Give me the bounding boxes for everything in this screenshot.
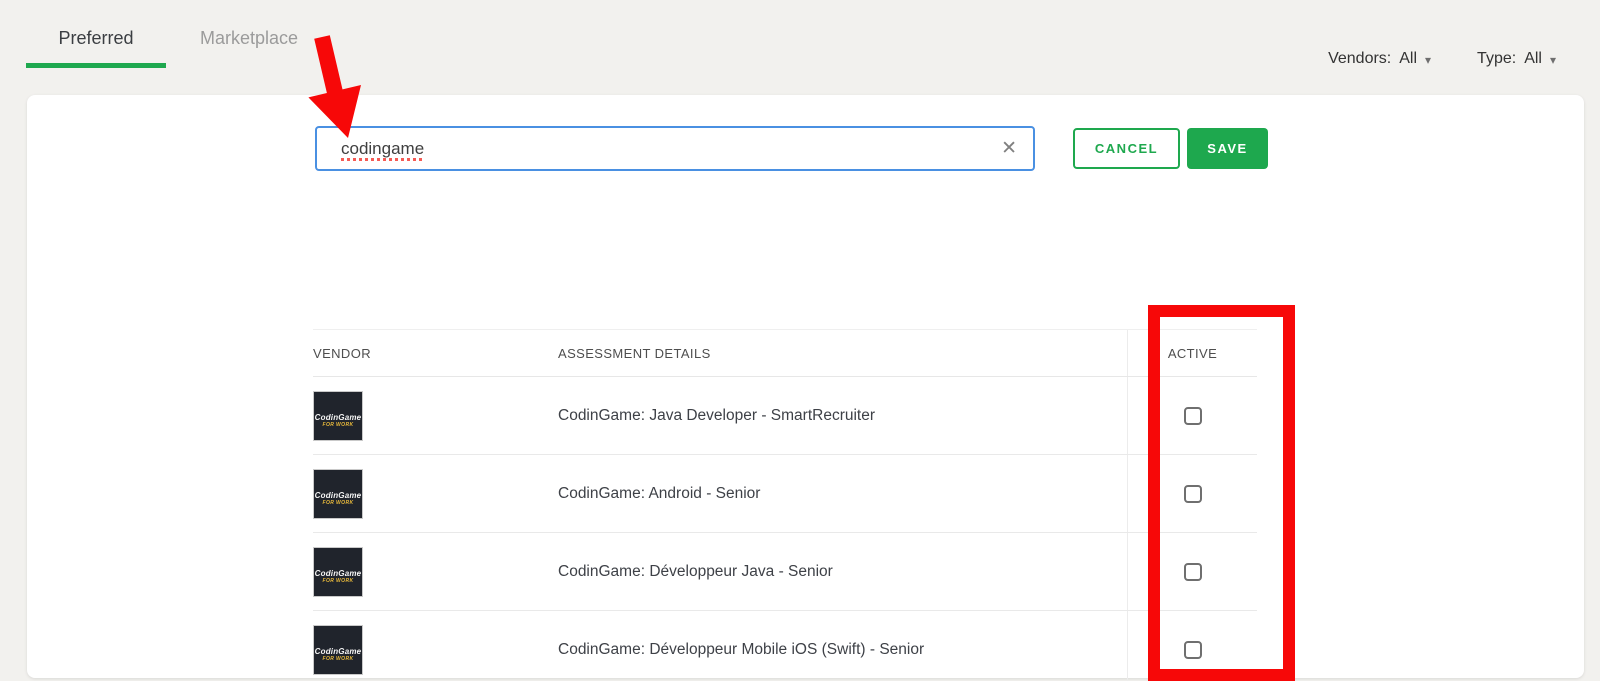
assessment-title: CodinGame: Android - Senior bbox=[558, 484, 761, 502]
logo-subtext: FOR WORK bbox=[322, 656, 354, 662]
logo-subtext: FOR WORK bbox=[322, 422, 354, 428]
search-input[interactable]: codingame ✕ bbox=[315, 126, 1035, 171]
tab-bar: Preferred Marketplace bbox=[26, 20, 305, 68]
codingame-logo: CodinGame FOR WORK bbox=[313, 390, 363, 441]
vendors-filter-value: All bbox=[1399, 50, 1418, 67]
logo-text: CodinGame bbox=[314, 413, 362, 422]
table-row: CodinGame FOR WORK CodinGame: Java Devel… bbox=[313, 377, 1257, 455]
logo-text: CodinGame bbox=[314, 647, 362, 656]
assessments-vendor-page: { "tabs": [ { "label": "Preferred", "act… bbox=[0, 0, 1600, 681]
chevron-down-icon: ▾ bbox=[1425, 53, 1432, 67]
table-header-row: VENDOR ASSESSMENT DETAILS ACTIVE bbox=[313, 329, 1257, 377]
table-row: CodinGame FOR WORK CodinGame: Développeu… bbox=[313, 611, 1257, 681]
column-header-vendor: VENDOR bbox=[313, 345, 372, 361]
assessment-title: CodinGame: Développeur Java - Senior bbox=[558, 562, 833, 580]
assessment-title: CodinGame: Java Developer - SmartRecruit… bbox=[558, 406, 876, 424]
codingame-logo: CodinGame FOR WORK bbox=[313, 468, 363, 519]
table-row: CodinGame FOR WORK CodinGame: Android - … bbox=[313, 455, 1257, 533]
column-header-active: ACTIVE bbox=[1127, 330, 1257, 376]
chevron-down-icon: ▾ bbox=[1549, 53, 1556, 67]
cancel-button[interactable]: CANCEL bbox=[1073, 128, 1180, 169]
column-header-assessment-details: ASSESSMENT DETAILS bbox=[558, 345, 711, 361]
logo-subtext: FOR WORK bbox=[322, 500, 354, 506]
vendors-filter-label: Vendors: bbox=[1328, 50, 1392, 67]
logo-text: CodinGame bbox=[314, 569, 362, 578]
active-checkbox[interactable] bbox=[1183, 640, 1202, 659]
codingame-logo: CodinGame FOR WORK bbox=[313, 546, 363, 597]
active-checkbox[interactable] bbox=[1183, 406, 1202, 425]
codingame-logo: CodinGame FOR WORK bbox=[313, 624, 363, 675]
logo-text: CodinGame bbox=[314, 491, 362, 500]
save-button[interactable]: SAVE bbox=[1187, 128, 1268, 169]
clear-search-icon[interactable]: ✕ bbox=[1001, 139, 1017, 158]
assessment-title: CodinGame: Développeur Mobile iOS (Swift… bbox=[558, 640, 925, 658]
logo-subtext: FOR WORK bbox=[322, 578, 354, 584]
type-filter-dropdown[interactable]: Type: All ▾ bbox=[1477, 50, 1556, 68]
filter-bar: Vendors: All ▾ Type: All ▾ bbox=[1328, 50, 1556, 68]
assessments-table: VENDOR ASSESSMENT DETAILS ACTIVE CodinGa… bbox=[313, 329, 1257, 681]
type-filter-label: Type: bbox=[1477, 50, 1517, 67]
search-input-value: codingame bbox=[341, 138, 425, 158]
type-filter-value: All bbox=[1524, 50, 1542, 67]
active-checkbox[interactable] bbox=[1183, 484, 1202, 503]
active-checkbox[interactable] bbox=[1183, 562, 1202, 581]
table-row: CodinGame FOR WORK CodinGame: Développeu… bbox=[313, 533, 1257, 611]
tab-preferred[interactable]: Preferred bbox=[26, 20, 166, 68]
vendors-filter-dropdown[interactable]: Vendors: All ▾ bbox=[1328, 50, 1431, 68]
tab-marketplace[interactable]: Marketplace bbox=[193, 20, 305, 68]
